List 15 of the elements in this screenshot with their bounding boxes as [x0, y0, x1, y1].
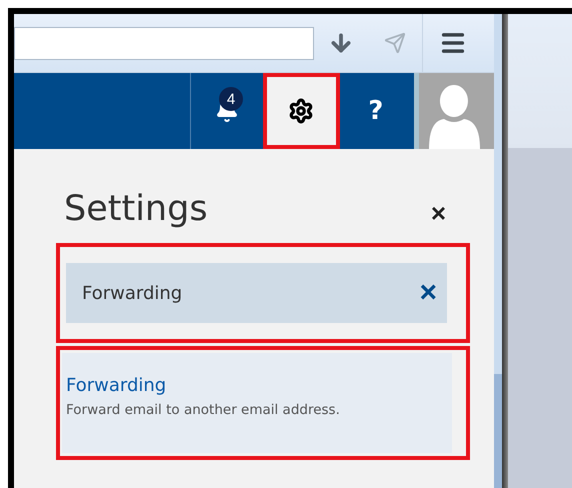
close-button[interactable]: ×	[430, 198, 446, 228]
notifications-button[interactable]: 4	[191, 73, 262, 149]
address-field[interactable]	[14, 26, 314, 60]
notification-count: 4	[219, 87, 243, 111]
panel-title: Settings	[64, 189, 208, 229]
settings-button[interactable]	[262, 73, 340, 149]
help-button[interactable]: ?	[340, 73, 412, 149]
result-description: Forward email to another email address.	[66, 402, 341, 418]
settings-icon	[288, 98, 314, 124]
scrollbar[interactable]	[494, 14, 502, 488]
result-title[interactable]: Forwarding	[66, 375, 452, 396]
clear-button[interactable]: ×	[419, 278, 437, 308]
search-field[interactable]: Forwarding ×	[66, 263, 447, 323]
search-result[interactable]: Forwarding Forward email to another email address.	[62, 353, 452, 453]
avatar-icon[interactable]	[414, 73, 494, 149]
